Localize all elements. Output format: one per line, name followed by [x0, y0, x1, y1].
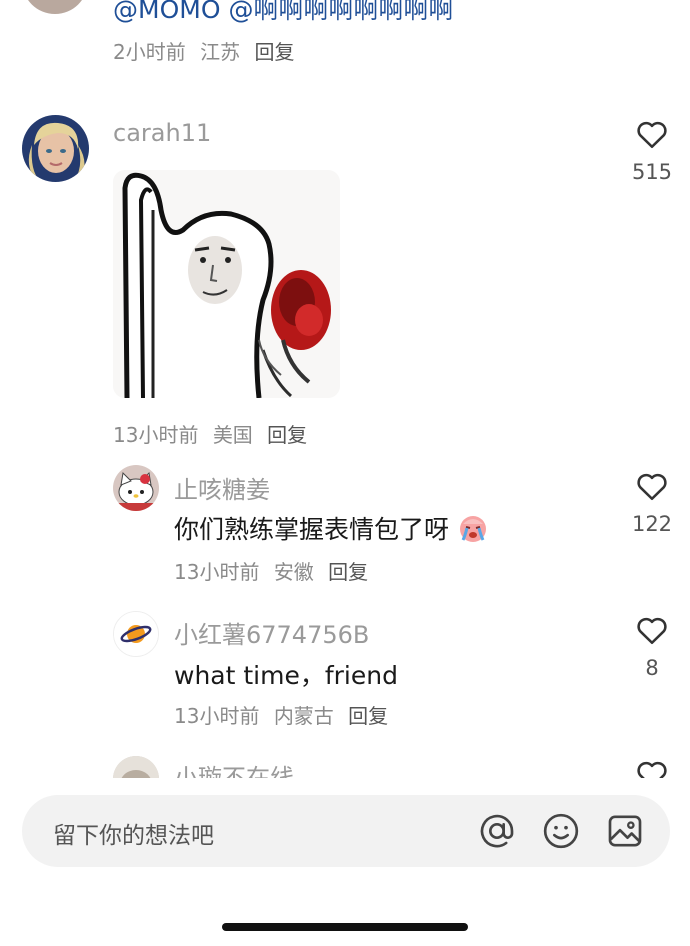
reply-location: 内蒙古: [273, 704, 334, 728]
avatar-photo: [22, 115, 89, 182]
comment-time: 13小时前: [113, 423, 199, 447]
like-button[interactable]: 515: [622, 116, 682, 184]
like-count: 8: [645, 656, 659, 680]
heart-outline-icon: [637, 473, 667, 501]
avatar[interactable]: [22, 0, 88, 14]
comment-username[interactable]: carah11: [113, 119, 211, 147]
image-icon[interactable]: [605, 811, 645, 851]
comment-location: 江苏: [200, 40, 241, 64]
previous-comment-text: @MOMO @啊啊啊啊啊啊啊啊: [113, 0, 453, 26]
reply-button[interactable]: 回复: [267, 423, 307, 447]
comment-input-bar[interactable]: 留下你的想法吧: [22, 795, 670, 867]
avatar[interactable]: [22, 115, 89, 182]
reply-username[interactable]: 小红薯6774756B: [174, 615, 369, 650]
like-button[interactable]: 122: [622, 468, 682, 536]
smiley-icon[interactable]: [541, 811, 581, 851]
home-indicator[interactable]: [222, 923, 468, 931]
scroll-fade: [0, 778, 690, 795]
heart-outline-icon: [637, 121, 667, 149]
reply-text: what time，friend: [174, 661, 398, 690]
avatar[interactable]: [113, 465, 159, 511]
reply-button[interactable]: 回复: [328, 560, 368, 584]
comment-input[interactable]: 留下你的想法吧: [53, 816, 214, 850]
avatar-hello-kitty: [113, 465, 159, 511]
crying-face-emoji-icon: [459, 516, 486, 542]
reply-time: 13小时前: [174, 560, 260, 584]
comment-meta: 13小时前 美国 回复: [113, 419, 307, 448]
heart-outline-icon: [637, 617, 667, 645]
reply-time: 13小时前: [174, 704, 260, 728]
comment-image[interactable]: [113, 170, 340, 398]
at-icon[interactable]: [477, 811, 517, 851]
reply-meta: 13小时前 内蒙古 回复: [174, 700, 388, 729]
planet-avatar-icon: [114, 612, 158, 656]
reply-meta: 13小时前 安徽 回复: [174, 556, 368, 585]
comment-time: 2小时前: [113, 40, 186, 64]
reply-text-row: 你们熟练掌握表情包了呀: [174, 510, 489, 546]
like-count: 122: [631, 512, 673, 536]
comment-text: @啊啊啊啊啊啊啊啊: [228, 0, 454, 24]
reply-location: 安徽: [273, 560, 314, 584]
reply-text: 你们熟练掌握表情包了呀: [174, 515, 450, 544]
avatar[interactable]: [113, 611, 159, 657]
reply-button[interactable]: 回复: [254, 40, 294, 64]
reply-button[interactable]: 回复: [348, 704, 388, 728]
comment-meta: 2小时前 江苏 回复: [113, 36, 294, 65]
reply-username[interactable]: 止咳糖姜: [174, 470, 270, 505]
mention-link[interactable]: @MOMO: [113, 0, 221, 24]
like-button[interactable]: 8: [622, 612, 682, 680]
comment-location: 美国: [212, 423, 253, 447]
like-count: 515: [631, 160, 673, 184]
meme-image: [113, 170, 340, 398]
